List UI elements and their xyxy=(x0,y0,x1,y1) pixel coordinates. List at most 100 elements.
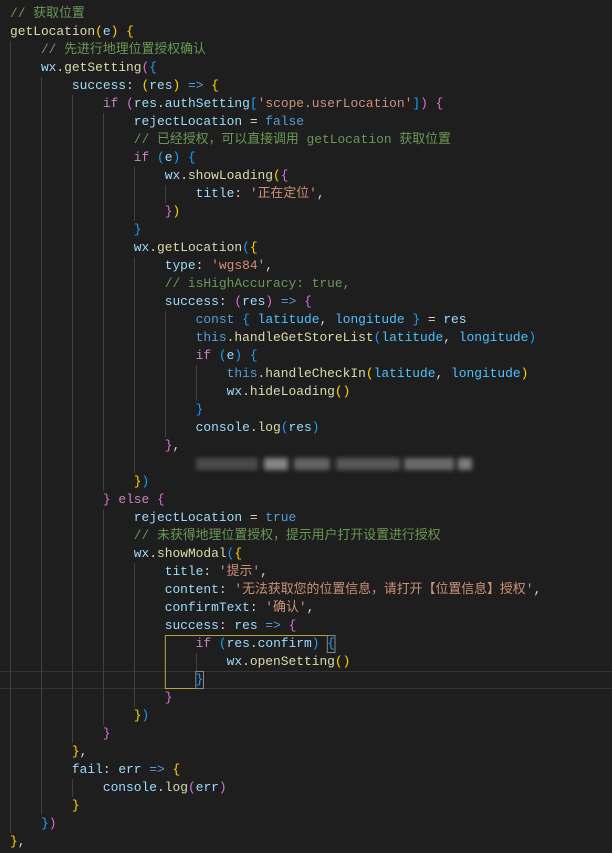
code-token: getLocation xyxy=(10,24,96,39)
code-token: log xyxy=(164,780,188,795)
code-line[interactable]: content: '无法获取您的位置信息，请打开【位置信息】授权', xyxy=(10,581,541,599)
code-token: () xyxy=(334,384,351,399)
code-line[interactable]: }) xyxy=(10,203,181,221)
code-line[interactable]: this.handleGetStoreList(latitude, longit… xyxy=(10,329,536,347)
code-line[interactable]: wx.hideLoading() xyxy=(10,383,351,401)
code-token: , xyxy=(443,330,459,345)
code-line[interactable]: }) xyxy=(10,707,150,725)
code-token: ( xyxy=(187,780,196,795)
code-token: longitude xyxy=(334,312,405,327)
code-token: { xyxy=(211,78,219,93)
code-line[interactable]: // 获取位置 xyxy=(10,5,85,23)
code-line[interactable]: }) xyxy=(10,815,57,833)
code-token: . xyxy=(180,168,188,183)
code-token: } xyxy=(10,834,18,849)
code-token: ( xyxy=(218,636,227,651)
code-token: ( xyxy=(280,420,289,435)
code-line[interactable]: rejectLocation = true xyxy=(10,509,296,527)
code-line[interactable]: type: 'wgs84', xyxy=(10,257,273,275)
code-token: fail xyxy=(10,762,103,777)
code-token: ( xyxy=(95,24,103,39)
code-token: , xyxy=(316,186,325,201)
code-line[interactable]: if (res.authSetting['scope.userLocation'… xyxy=(10,95,444,113)
code-line[interactable]: } xyxy=(10,797,80,815)
code-token: { xyxy=(435,96,444,111)
code-editor[interactable]: // 获取位置 getLocation(e) { // 先进行地理位置授权确认 w… xyxy=(0,0,612,853)
code-token: } xyxy=(10,672,204,687)
code-line[interactable]: rejectLocation = false xyxy=(10,113,304,131)
code-line[interactable]: }, xyxy=(10,437,181,455)
code-line[interactable]: title: '正在定位', xyxy=(10,185,325,203)
code-token: } xyxy=(10,726,111,741)
code-token: ) xyxy=(265,294,274,309)
code-line[interactable]: // 未获得地理位置授权，提示用户打开设置进行授权 xyxy=(10,527,441,545)
code-line[interactable]: } xyxy=(10,221,142,239)
code-line[interactable]: }, xyxy=(10,833,26,851)
code-token: ( xyxy=(126,96,134,111)
code-token: getLocation xyxy=(157,240,243,255)
code-token: () xyxy=(334,654,351,669)
code-token: '确认' xyxy=(265,600,307,615)
code-token: { xyxy=(188,150,196,165)
code-line[interactable]: success: (res) => { xyxy=(10,77,219,95)
code-token: title xyxy=(10,186,235,201)
code-token: this xyxy=(10,366,258,381)
code-line[interactable]: } else { xyxy=(10,491,165,509)
code-line[interactable]: wx.getLocation({ xyxy=(10,239,258,257)
code-token: ) xyxy=(48,816,57,831)
code-token: getSetting xyxy=(64,60,142,75)
blurred-region xyxy=(194,455,476,473)
code-line[interactable]: } xyxy=(10,401,204,419)
code-line[interactable]: // 先进行地理位置授权确认 xyxy=(10,41,206,59)
code-token: true xyxy=(265,510,297,525)
code-token: { xyxy=(242,312,250,327)
code-line[interactable]: this.handleCheckIn(latitude, longitude) xyxy=(10,365,529,383)
code-line[interactable]: getLocation(e) { xyxy=(10,23,134,41)
code-line[interactable]: if (res.confirm) { xyxy=(10,635,335,653)
code-token: wx xyxy=(10,384,243,399)
code-line[interactable]: // 已经授权，可以直接调用 getLocation 获取位置 xyxy=(10,131,451,149)
code-token: res xyxy=(149,78,173,93)
code-token: : xyxy=(249,600,266,615)
code-line[interactable]: confirmText: '确认', xyxy=(10,599,315,617)
code-line[interactable]: } xyxy=(10,725,111,743)
code-token: // 获取位置 xyxy=(10,6,85,21)
code-token: // 先进行地理位置授权确认 xyxy=(10,42,206,57)
code-token: = xyxy=(420,312,444,327)
code-line[interactable]: }) xyxy=(10,473,150,491)
code-line[interactable]: wx.showModal({ xyxy=(10,545,242,563)
code-line[interactable]: title: '提示', xyxy=(10,563,268,581)
code-line[interactable]: } xyxy=(10,689,173,707)
code-line[interactable]: fail: err => { xyxy=(10,761,180,779)
code-token: const xyxy=(10,312,235,327)
code-line[interactable]: if (e) { xyxy=(10,149,196,167)
code-line[interactable]: }, xyxy=(10,743,88,761)
code-line[interactable]: wx.getSetting({ xyxy=(10,59,157,77)
code-line[interactable]: success: res => { xyxy=(10,617,297,635)
code-line[interactable]: console.log(res) xyxy=(10,419,320,437)
code-line[interactable]: console.log(err) xyxy=(10,779,227,797)
code-token: , xyxy=(17,834,26,849)
code-token: longitude xyxy=(451,366,521,381)
code-line[interactable]: // isHighAccuracy: true, xyxy=(10,275,351,293)
code-lines[interactable]: // 获取位置 getLocation(e) { // 先进行地理位置授权确认 w… xyxy=(0,0,612,853)
code-token: } xyxy=(10,690,173,705)
code-line[interactable]: wx.openSetting() xyxy=(10,653,351,671)
code-token: this xyxy=(10,330,227,345)
code-token: { xyxy=(327,636,336,651)
code-token: else xyxy=(118,492,150,507)
code-token: { xyxy=(172,762,181,777)
code-line[interactable]: success: (res) => { xyxy=(10,293,312,311)
code-line[interactable]: if (e) { xyxy=(10,347,258,365)
code-line[interactable]: } xyxy=(10,671,204,689)
code-line[interactable]: const { latitude, longitude } = res xyxy=(10,311,467,329)
code-token: => xyxy=(188,78,204,93)
code-token: // 已经授权，可以直接调用 getLocation 获取位置 xyxy=(10,132,451,147)
code-line[interactable]: wx.showLoading({ xyxy=(10,167,289,185)
code-token: wx xyxy=(10,60,57,75)
